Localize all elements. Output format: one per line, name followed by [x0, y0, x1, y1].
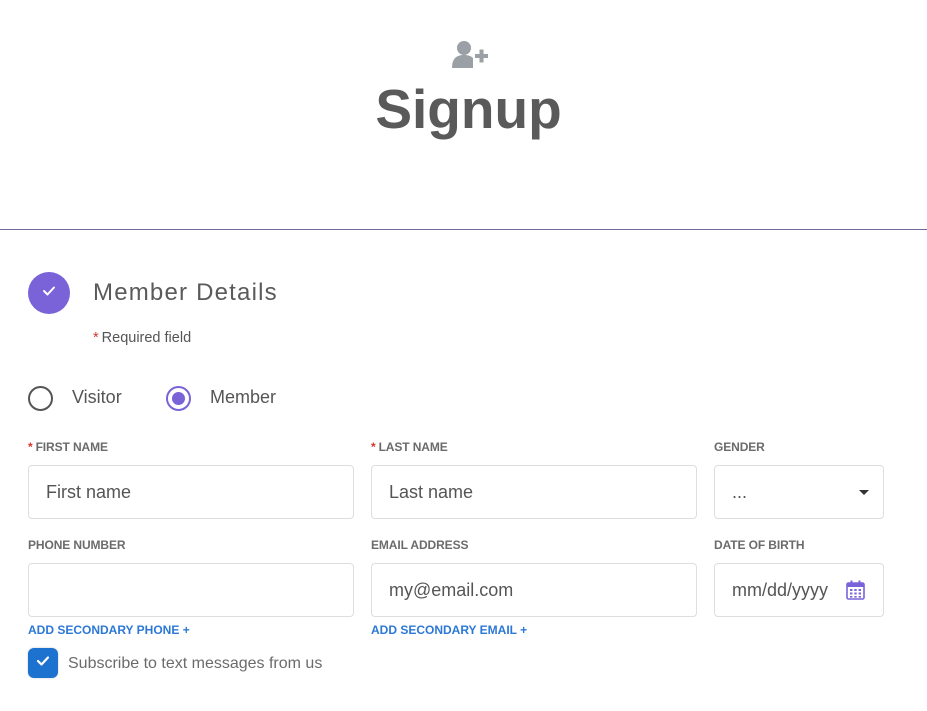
required-note-text: Required field	[101, 330, 192, 346]
radio-member[interactable]	[166, 386, 191, 411]
last-name-input[interactable]: Last name	[371, 465, 697, 519]
email-input[interactable]: my@email.com	[371, 563, 697, 617]
last-name-placeholder: Last name	[389, 481, 474, 502]
page-title: Signup	[375, 78, 562, 140]
email-placeholder: my@email.com	[389, 579, 514, 600]
section-title: Member Details	[93, 279, 278, 306]
gender-label: GENDER	[714, 440, 765, 454]
first-name-input[interactable]: First name	[28, 465, 354, 519]
radio-visitor-label[interactable]: Visitor	[72, 387, 122, 408]
subscribe-checkbox[interactable]	[28, 648, 58, 678]
required-star: *	[371, 440, 376, 454]
first-name-label-text: FIRST NAME	[35, 440, 108, 454]
header-divider	[0, 229, 927, 230]
first-name-label: * FIRST NAME	[28, 440, 108, 454]
required-star: *	[93, 330, 99, 346]
phone-label: PHONE NUMBER	[28, 538, 126, 552]
gender-selected-value: ...	[732, 481, 748, 502]
radio-visitor[interactable]	[28, 386, 53, 411]
last-name-label: * LAST NAME	[371, 440, 448, 454]
dob-label: DATE OF BIRTH	[714, 538, 805, 552]
calendar-icon[interactable]	[846, 580, 865, 605]
add-secondary-phone-link[interactable]: ADD SECONDARY PHONE +	[28, 623, 190, 637]
phone-input[interactable]	[28, 563, 354, 617]
subscribe-label[interactable]: Subscribe to text messages from us	[68, 655, 322, 673]
first-name-placeholder: First name	[46, 481, 132, 502]
gender-select[interactable]: ...	[714, 465, 884, 519]
check-icon	[42, 284, 56, 302]
required-field-note: * Required field	[93, 330, 191, 346]
check-icon	[36, 654, 50, 672]
radio-member-label[interactable]: Member	[210, 387, 276, 408]
last-name-label-text: LAST NAME	[378, 440, 448, 454]
add-secondary-email-link[interactable]: ADD SECONDARY EMAIL +	[371, 623, 527, 637]
add-user-icon	[452, 40, 490, 70]
email-label: EMAIL ADDRESS	[371, 538, 469, 552]
dob-placeholder: mm/dd/yyyy	[732, 579, 829, 600]
step-complete-indicator	[28, 272, 70, 314]
caret-down-icon	[859, 490, 869, 495]
dob-input[interactable]: mm/dd/yyyy	[714, 563, 884, 617]
required-star: *	[28, 440, 33, 454]
